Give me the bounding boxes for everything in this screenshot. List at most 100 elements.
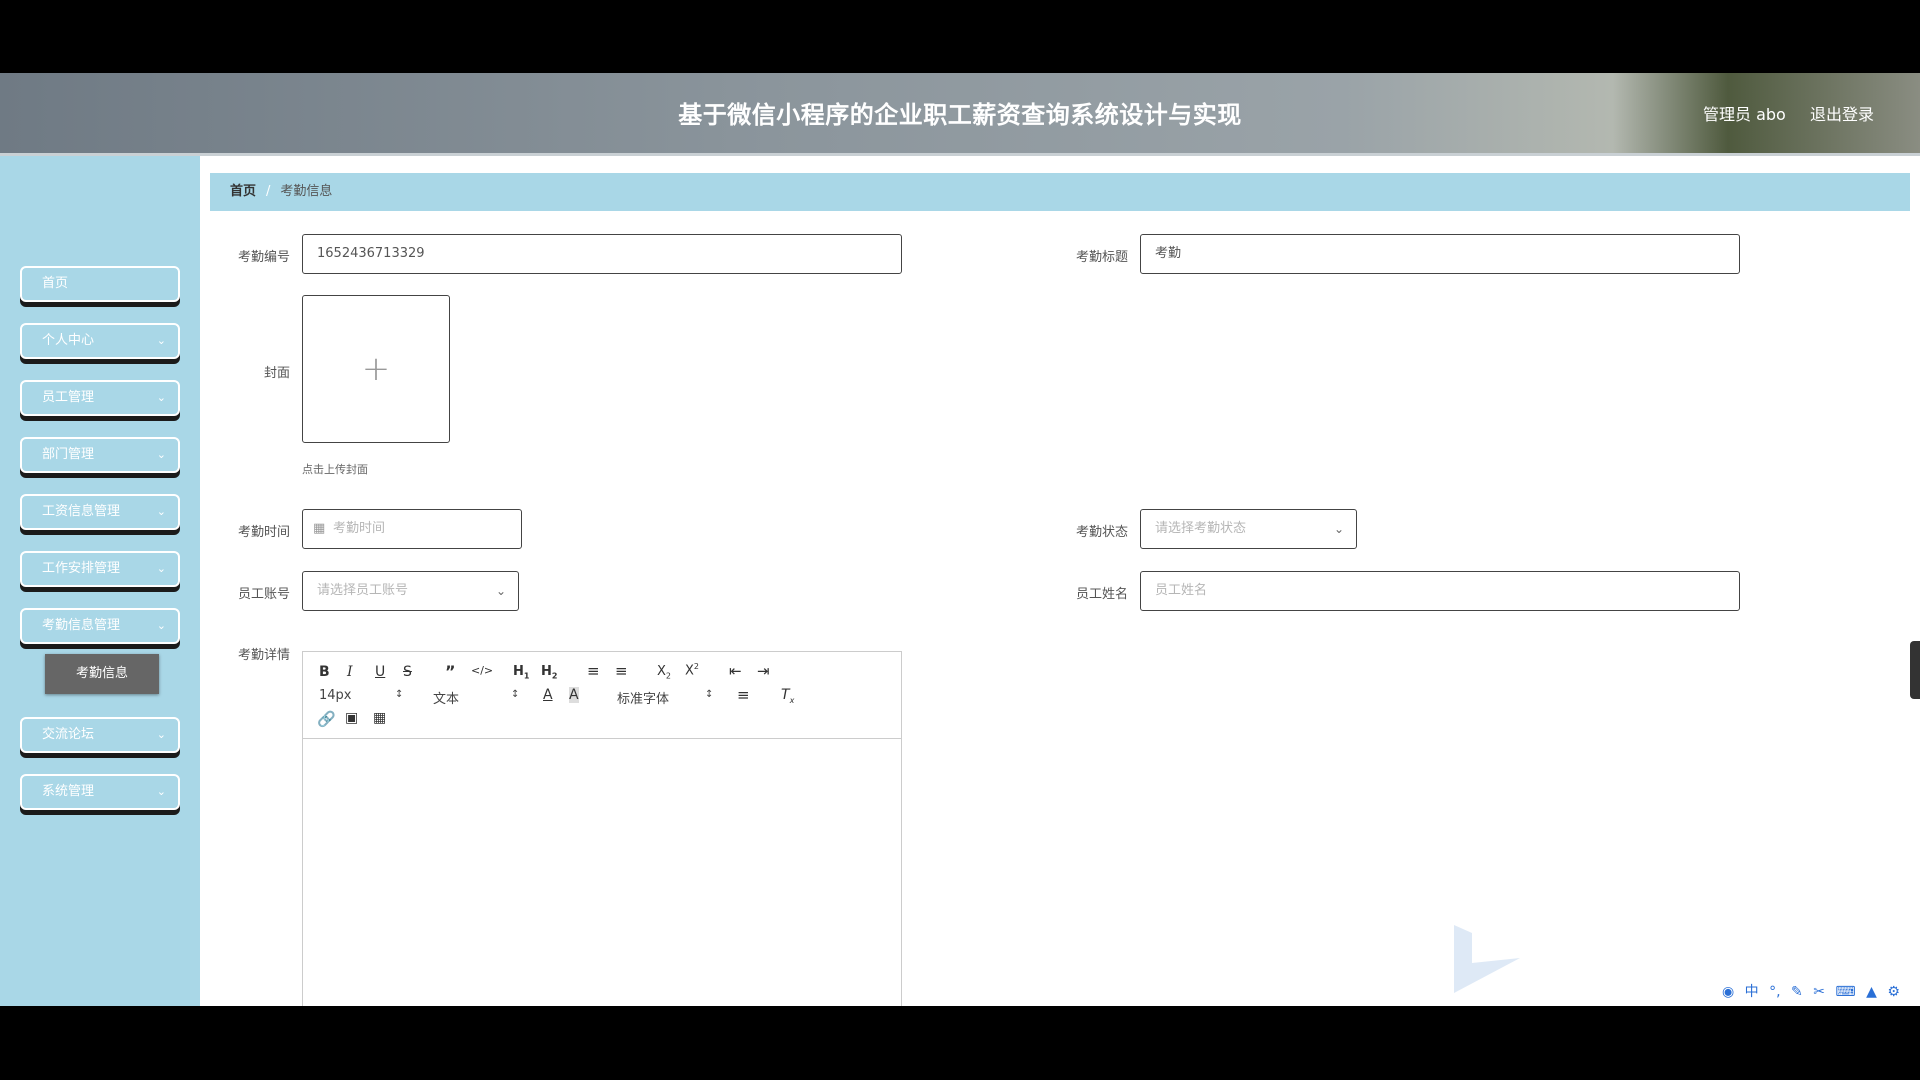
gear-icon[interactable]: ⚙ — [1887, 984, 1900, 1000]
updown-icon: ↕ — [705, 689, 714, 700]
font-size-select[interactable]: 14px ↕ — [319, 688, 403, 703]
sidebar-item-forum[interactable]: 交流论坛 ⌄ — [20, 717, 180, 753]
font-family-select[interactable]: 标准字体 ↕ — [617, 688, 713, 707]
chevron-down-icon: ⌄ — [156, 391, 166, 404]
top-header: 基于微信小程序的企业职工薪资查询系统设计与实现 管理员 abo 退出登录 — [0, 73, 1920, 156]
ime-mode-toggle[interactable]: 中 — [1745, 984, 1759, 1000]
plus-icon: + — [361, 349, 391, 389]
employee-name-field[interactable]: 员工姓名 — [1140, 571, 1740, 611]
sidebar-item-label: 首页 — [42, 276, 69, 291]
video-icon[interactable]: ▦ — [373, 710, 386, 726]
chevron-down-icon: ⌄ — [156, 562, 166, 575]
chevron-down-icon: ⌄ — [156, 505, 166, 518]
attendance-time-label: 考勤时间 — [237, 525, 290, 540]
logo-watermark — [1454, 925, 1520, 993]
skin-icon[interactable]: ▲ — [1866, 984, 1877, 1000]
app-window: 基于微信小程序的企业职工薪资查询系统设计与实现 管理员 abo 退出登录 首页 … — [0, 73, 1920, 1006]
scissors-icon[interactable]: ✂ — [1813, 984, 1825, 1000]
chevron-down-icon: ⌄ — [1333, 522, 1344, 536]
breadcrumb-separator: / — [266, 184, 271, 199]
sidebar-item-label: 考勤信息管理 — [42, 618, 121, 633]
chevron-down-icon: ⌄ — [156, 728, 166, 741]
employee-name-label: 员工姓名 — [1075, 587, 1128, 602]
sidebar-item-department-management[interactable]: 部门管理 ⌄ — [20, 437, 180, 473]
ordered-list-icon[interactable]: ≡ — [587, 662, 600, 680]
calendar-icon: ▦ — [313, 521, 326, 536]
background-color-icon[interactable]: A — [569, 687, 579, 703]
screen-letterbox-bottom — [0, 1006, 1920, 1080]
bold-icon[interactable]: B — [319, 664, 330, 680]
chevron-down-icon: ⌄ — [156, 619, 166, 632]
breadcrumb-home[interactable]: 首页 — [230, 184, 256, 199]
header-format-select[interactable]: 文本 ↕ — [433, 688, 520, 707]
link-icon[interactable]: 🔗 — [317, 710, 336, 728]
image-icon[interactable]: ▣ — [345, 710, 358, 726]
punctuation-icon[interactable]: °, — [1769, 984, 1780, 1000]
sidebar-item-salary-management[interactable]: 工资信息管理 ⌄ — [20, 494, 180, 530]
sidebar-item-employee-management[interactable]: 员工管理 ⌄ — [20, 380, 180, 416]
updown-icon: ↕ — [511, 689, 520, 700]
sidebar-item-system-management[interactable]: 系统管理 ⌄ — [20, 774, 180, 810]
heading-2-icon[interactable]: H2 — [541, 664, 557, 681]
clear-format-icon[interactable]: Tx — [781, 687, 794, 705]
editor-content-area[interactable] — [303, 739, 901, 1006]
chevron-down-icon: ⌄ — [156, 334, 166, 347]
attendance-time-placeholder: 考勤时间 — [333, 521, 386, 536]
italic-icon[interactable]: I — [347, 664, 353, 680]
indent-icon[interactable]: ⇥ — [757, 662, 770, 680]
chevron-down-icon: ⌄ — [156, 785, 166, 798]
code-block-icon[interactable]: </> — [471, 664, 493, 677]
header-format-value: 文本 — [433, 692, 460, 707]
superscript-icon[interactable]: X2 — [685, 662, 699, 678]
chevron-down-icon: ⌄ — [156, 448, 166, 461]
font-color-icon[interactable]: A — [543, 687, 553, 703]
cover-label: 封面 — [263, 366, 290, 381]
sidebar-item-home[interactable]: 首页 — [20, 266, 180, 302]
blockquote-icon[interactable]: ” — [445, 662, 456, 681]
current-user: 管理员 abo — [1703, 105, 1786, 124]
breadcrumb: 首页 / 考勤信息 — [210, 173, 1910, 211]
ime-toolbar: ◉ 中 °, ✎ ✂ ⌨ ▲ ⚙ — [1722, 981, 1906, 1001]
employee-account-label: 员工账号 — [237, 587, 290, 602]
attendance-id-field[interactable]: 1652436713329 — [302, 234, 902, 274]
attendance-time-picker[interactable]: ▦ 考勤时间 — [302, 509, 522, 549]
attendance-status-label: 考勤状态 — [1075, 525, 1128, 540]
underline-icon[interactable]: U — [375, 664, 385, 680]
sidebar: 首页 个人中心 ⌄ 员工管理 ⌄ 部门管理 ⌄ 工资信息管理 ⌄ 工作安排管理 … — [0, 156, 200, 1006]
sidebar-item-personal-center[interactable]: 个人中心 ⌄ — [20, 323, 180, 359]
ime-logo-icon[interactable]: ◉ — [1722, 984, 1734, 1000]
sidebar-item-label: 部门管理 — [42, 447, 95, 462]
sidebar-item-label: 系统管理 — [42, 784, 95, 799]
employee-account-select[interactable]: 请选择员工账号 ⌄ — [302, 571, 519, 611]
keyboard-icon[interactable]: ⌨ — [1835, 984, 1855, 1000]
attendance-title-field[interactable]: 考勤 — [1140, 234, 1740, 274]
attendance-detail-label: 考勤详情 — [237, 648, 290, 663]
align-icon[interactable]: ≡ — [737, 686, 750, 704]
logout-link[interactable]: 退出登录 — [1810, 101, 1874, 125]
sidebar-item-label: 工作安排管理 — [42, 561, 121, 576]
updown-icon: ↕ — [395, 689, 404, 700]
system-title: 基于微信小程序的企业职工薪资查询系统设计与实现 — [678, 101, 1242, 129]
attendance-title-label: 考勤标题 — [1075, 250, 1128, 265]
heading-1-icon[interactable]: H1 — [513, 664, 529, 681]
sidebar-item-label: 员工管理 — [42, 390, 95, 405]
side-drawer-handle[interactable] — [1910, 641, 1920, 699]
font-family-value: 标准字体 — [617, 692, 670, 707]
rich-text-editor: B I U S ” </> H1 H2 ≡ ≡ X2 X2 ⇤ ⇥ 14px ↕… — [302, 651, 902, 1006]
strikethrough-icon[interactable]: S — [403, 664, 412, 680]
bullet-list-icon[interactable]: ≡ — [615, 662, 628, 680]
screen-letterbox-top — [0, 0, 1920, 73]
employee-name-placeholder: 员工姓名 — [1155, 583, 1208, 598]
sidebar-item-work-schedule-management[interactable]: 工作安排管理 ⌄ — [20, 551, 180, 587]
cover-upload-hint: 点击上传封面 — [302, 463, 368, 476]
font-size-value: 14px — [319, 688, 352, 703]
handwriting-icon[interactable]: ✎ — [1791, 984, 1803, 1000]
breadcrumb-current: 考勤信息 — [280, 184, 333, 199]
outdent-icon[interactable]: ⇤ — [729, 662, 742, 680]
sidebar-subitem-attendance-info[interactable]: 考勤信息 — [45, 654, 159, 694]
employee-account-placeholder: 请选择员工账号 — [317, 583, 409, 598]
cover-upload-box[interactable]: + — [302, 295, 450, 443]
sidebar-item-attendance-management[interactable]: 考勤信息管理 ⌄ — [20, 608, 180, 644]
attendance-status-select[interactable]: 请选择考勤状态 ⌄ — [1140, 509, 1357, 549]
subscript-icon[interactable]: X2 — [657, 664, 671, 681]
